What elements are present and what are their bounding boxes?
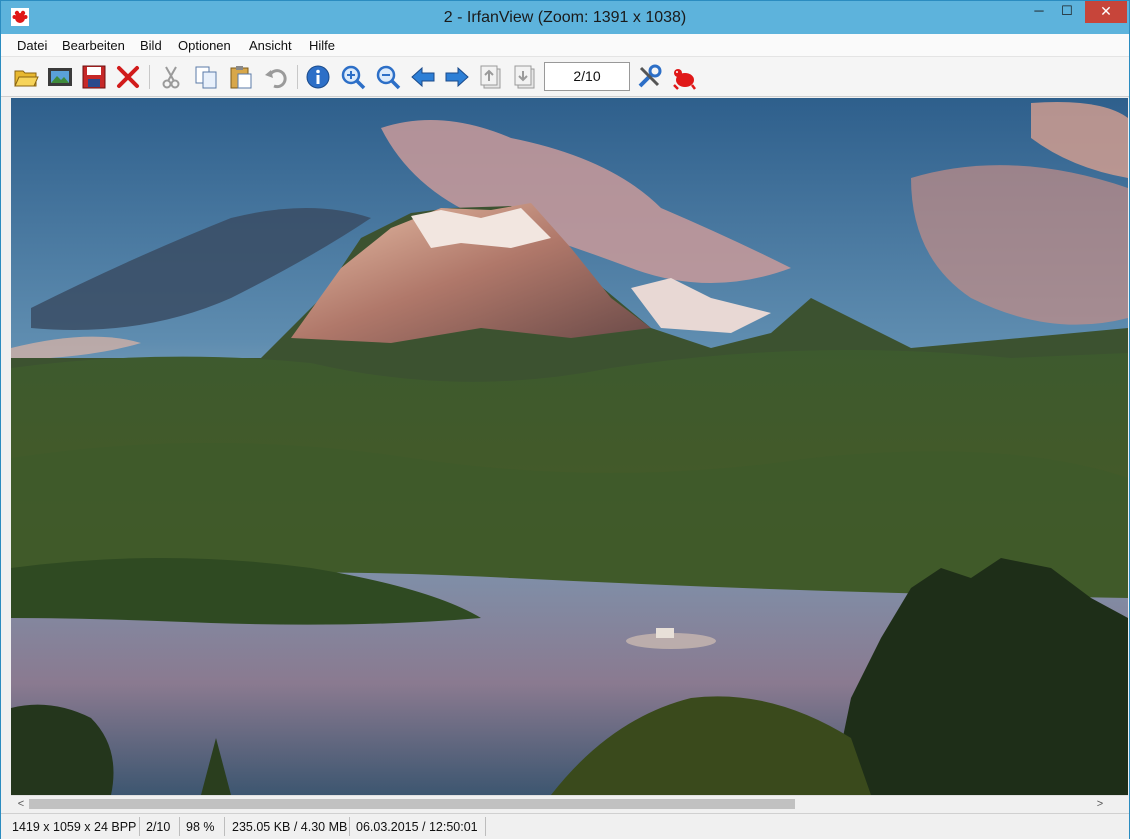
toolbar-separator xyxy=(149,65,150,89)
image-canvas[interactable] xyxy=(11,98,1128,795)
horizontal-scrollbar[interactable]: < > xyxy=(11,795,1128,812)
menu-hilfe[interactable]: Hilfe xyxy=(309,38,335,53)
menu-datei[interactable]: Datei xyxy=(17,38,47,53)
zoom-in-icon[interactable] xyxy=(339,63,367,91)
cut-icon[interactable] xyxy=(157,63,185,91)
toolbar-separator xyxy=(297,65,298,89)
first-page-icon[interactable] xyxy=(478,63,506,91)
page-counter-field[interactable]: 2/10 xyxy=(544,62,630,91)
irfanview-window: 2 - IrfanView (Zoom: 1391 x 1038) ─ ☐ ✕ … xyxy=(0,0,1130,839)
menu-ansicht[interactable]: Ansicht xyxy=(249,38,292,53)
status-divider xyxy=(224,817,225,836)
status-bar: 1419 x 1059 x 24 BPP 2/10 98 % 235.05 KB… xyxy=(1,813,1129,839)
info-icon[interactable] xyxy=(304,63,332,91)
minimize-button[interactable]: ─ xyxy=(1027,1,1051,23)
scroll-left-button[interactable]: < xyxy=(13,797,29,811)
slideshow-icon[interactable] xyxy=(46,63,74,91)
landscape-image xyxy=(11,98,1128,795)
title-bar[interactable]: 2 - IrfanView (Zoom: 1391 x 1038) ─ ☐ ✕ xyxy=(1,1,1129,34)
settings-icon[interactable] xyxy=(635,63,663,91)
zoom-out-icon[interactable] xyxy=(374,63,402,91)
status-zoom: 98 % xyxy=(186,820,215,834)
next-icon[interactable] xyxy=(443,63,471,91)
previous-icon[interactable] xyxy=(409,63,437,91)
status-divider xyxy=(349,817,350,836)
last-page-icon[interactable] xyxy=(512,63,540,91)
status-datetime: 06.03.2015 / 12:50:01 xyxy=(356,820,478,834)
close-button[interactable]: ✕ xyxy=(1085,1,1127,23)
status-divider xyxy=(485,817,486,836)
menu-bild[interactable]: Bild xyxy=(140,38,162,53)
menu-bearbeiten[interactable]: Bearbeiten xyxy=(62,38,125,53)
scroll-right-button[interactable]: > xyxy=(1092,797,1108,811)
status-file-size: 235.05 KB / 4.30 MB xyxy=(232,820,348,834)
paste-icon[interactable] xyxy=(227,63,255,91)
open-icon[interactable] xyxy=(12,63,40,91)
copy-icon[interactable] xyxy=(192,63,220,91)
scroll-thumb[interactable] xyxy=(29,799,795,809)
save-icon[interactable] xyxy=(80,63,108,91)
menu-optionen[interactable]: Optionen xyxy=(178,38,231,53)
toolbar: 2/10 xyxy=(1,57,1129,97)
status-divider xyxy=(139,817,140,836)
maximize-button[interactable]: ☐ xyxy=(1055,1,1079,23)
irfanview-logo-icon[interactable] xyxy=(670,63,698,91)
window-title: 2 - IrfanView (Zoom: 1391 x 1038) xyxy=(443,9,687,26)
status-dimensions: 1419 x 1059 x 24 BPP xyxy=(12,820,137,834)
undo-icon[interactable] xyxy=(262,63,290,91)
status-page: 2/10 xyxy=(146,820,171,834)
status-divider xyxy=(179,817,180,836)
menu-bar: Datei Bearbeiten Bild Optionen Ansicht H… xyxy=(1,34,1129,57)
delete-icon[interactable] xyxy=(114,63,142,91)
